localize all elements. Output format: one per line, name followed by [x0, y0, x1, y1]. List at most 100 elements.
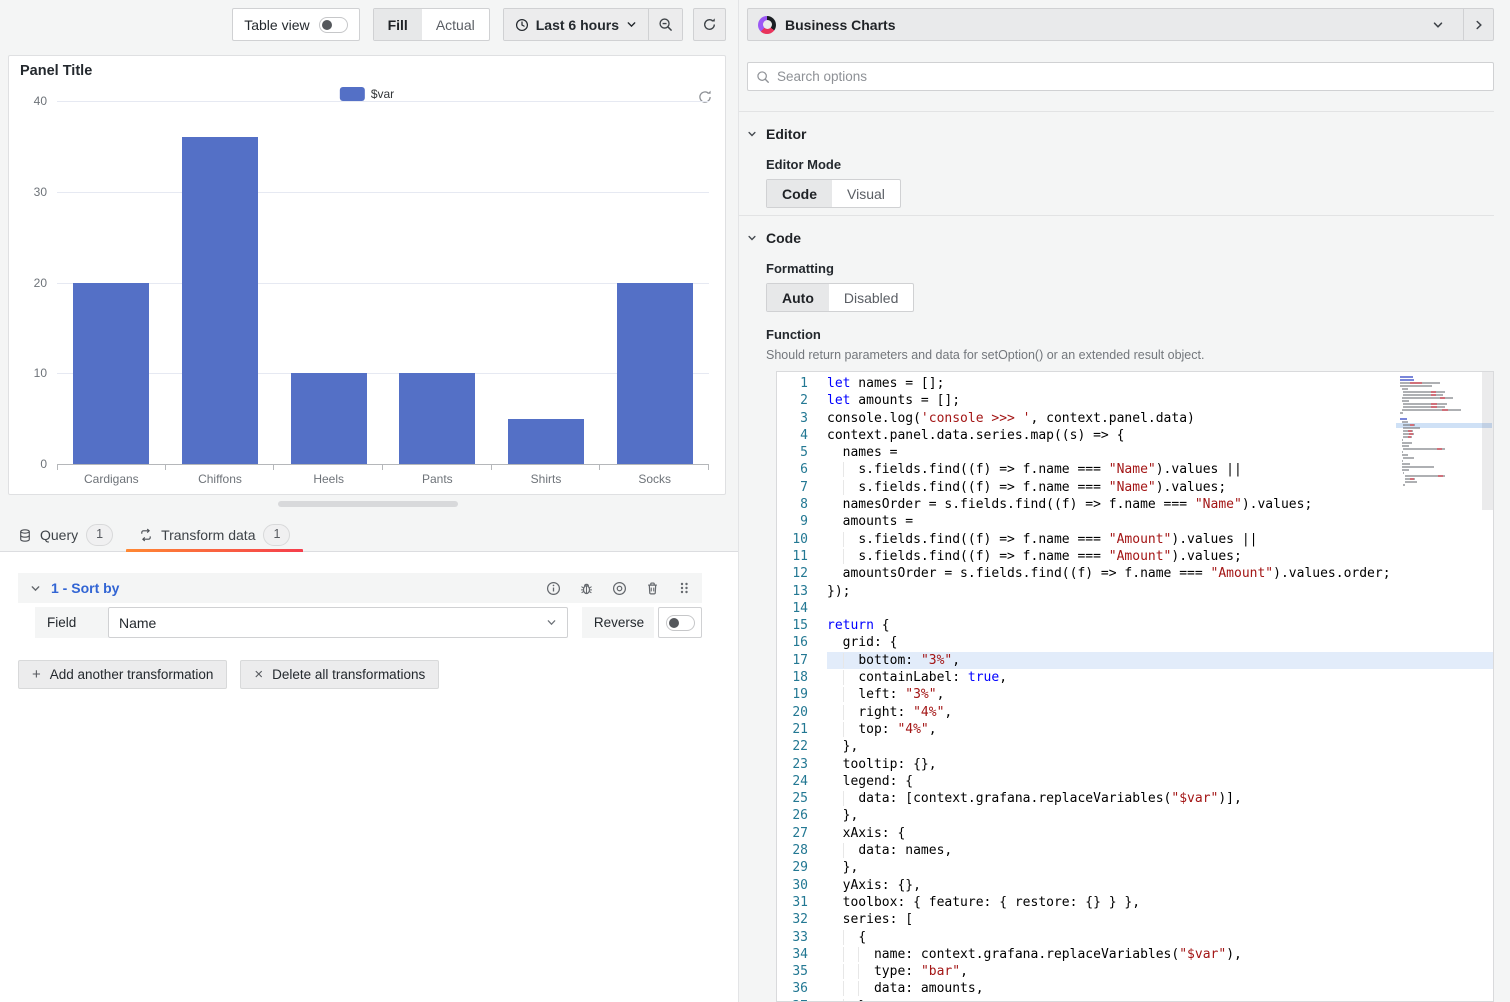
- bar-pants[interactable]: [399, 373, 475, 464]
- formatting-auto-option[interactable]: Auto: [767, 284, 829, 311]
- editor-mode-visual-option[interactable]: Visual: [832, 180, 900, 207]
- code-line-14[interactable]: 14: [777, 600, 1493, 617]
- options-search[interactable]: [747, 62, 1494, 91]
- bar-shirts[interactable]: [508, 419, 584, 464]
- code-line-35[interactable]: 35 type: "bar",: [777, 963, 1493, 980]
- options-search-input[interactable]: [777, 69, 1485, 84]
- add-transformation-button[interactable]: + Add another transformation: [18, 660, 227, 689]
- code-line-15[interactable]: 15return {: [777, 617, 1493, 634]
- code-line-6[interactable]: 6 s.fields.find((f) => f.name === "Name"…: [777, 461, 1493, 478]
- info-icon[interactable]: [546, 581, 561, 596]
- code-line-7[interactable]: 7 s.fields.find((f) => f.name === "Name"…: [777, 479, 1493, 496]
- code-line-13[interactable]: 13});: [777, 583, 1493, 600]
- code-line-2[interactable]: 2let amounts = [];: [777, 392, 1493, 409]
- panel-resize-scrollbar[interactable]: [278, 501, 458, 507]
- code-text: },: [827, 998, 1493, 1002]
- transformation-header[interactable]: 1 - Sort by: [18, 573, 702, 603]
- database-icon: [18, 528, 32, 543]
- bar-heels[interactable]: [291, 373, 367, 464]
- code-line-36[interactable]: 36 data: amounts,: [777, 980, 1493, 997]
- code-section-header[interactable]: Code: [747, 230, 1494, 246]
- code-line-20[interactable]: 20 right: "4%",: [777, 704, 1493, 721]
- editor-mode-code-option[interactable]: Code: [767, 180, 832, 207]
- editor-scrollbar[interactable]: [1482, 372, 1493, 510]
- code-line-17[interactable]: 17 bottom: "3%",: [777, 652, 1493, 669]
- bar-socks[interactable]: [617, 283, 693, 465]
- line-number: 16: [777, 634, 808, 651]
- refresh-icon: [702, 17, 717, 32]
- tab-query[interactable]: Query 1: [18, 519, 113, 551]
- tab-transform-data[interactable]: Transform data 1: [139, 519, 290, 551]
- trash-icon[interactable]: [645, 581, 660, 596]
- chevron-down-icon: [747, 129, 757, 139]
- code-line-27[interactable]: 27 xAxis: {: [777, 825, 1493, 842]
- code-text: right: "4%",: [827, 704, 1493, 721]
- reverse-switch-knob[interactable]: [666, 615, 695, 631]
- code-line-21[interactable]: 21 top: "4%",: [777, 721, 1493, 738]
- chevron-down-icon: [747, 233, 757, 243]
- line-number: 14: [777, 600, 808, 617]
- time-zoom-out-button[interactable]: [649, 9, 682, 40]
- chart-legend[interactable]: $var: [340, 87, 394, 101]
- code-line-3[interactable]: 3console.log('console >>> ', context.pan…: [777, 410, 1493, 427]
- code-line-33[interactable]: 33 {: [777, 929, 1493, 946]
- code-text: xAxis: {: [827, 825, 1493, 842]
- code-line-28[interactable]: 28 data: names,: [777, 842, 1493, 859]
- code-line-4[interactable]: 4context.panel.data.series.map((s) => {: [777, 427, 1493, 444]
- chevron-down-icon[interactable]: [30, 583, 41, 594]
- code-line-23[interactable]: 23 tooltip: {},: [777, 756, 1493, 773]
- x-axis-label: Cardigans: [57, 472, 166, 486]
- code-line-1[interactable]: 1let names = [];: [777, 375, 1493, 392]
- code-line-37[interactable]: 37 },: [777, 998, 1493, 1002]
- field-select[interactable]: Name: [108, 607, 568, 638]
- code-line-30[interactable]: 30 yAxis: {},: [777, 877, 1493, 894]
- table-view-control[interactable]: Table view: [232, 8, 359, 41]
- minimap-line: [1400, 481, 1480, 483]
- fill-button[interactable]: Fill: [374, 9, 422, 40]
- bar-cardigans[interactable]: [73, 283, 149, 465]
- actual-button[interactable]: Actual: [422, 9, 489, 40]
- code-line-12[interactable]: 12 amountsOrder = s.fields.find((f) => f…: [777, 565, 1493, 582]
- code-text: tooltip: {},: [827, 756, 1493, 773]
- code-line-16[interactable]: 16 grid: {: [777, 634, 1493, 651]
- formatting-disabled-option[interactable]: Disabled: [829, 284, 913, 311]
- code-line-31[interactable]: 31 toolbox: { feature: { restore: {} } }…: [777, 894, 1493, 911]
- code-line-18[interactable]: 18 containLabel: true,: [777, 669, 1493, 686]
- minimap-line: [1400, 400, 1480, 402]
- code-line-9[interactable]: 9 amounts =: [777, 513, 1493, 530]
- visualization-picker[interactable]: Business Charts: [747, 8, 1494, 41]
- bug-icon[interactable]: [579, 581, 594, 596]
- bar-chiffons[interactable]: [182, 137, 258, 464]
- drag-handle-icon[interactable]: [678, 581, 690, 595]
- code-line-25[interactable]: 25 data: [context.grafana.replaceVariabl…: [777, 790, 1493, 807]
- code-line-24[interactable]: 24 legend: {: [777, 773, 1493, 790]
- collapse-options-button[interactable]: [1463, 9, 1493, 40]
- zoom-out-icon: [658, 17, 673, 32]
- code-editor[interactable]: 1let names = [];2let amounts = [];3conso…: [776, 371, 1494, 1002]
- code-minimap[interactable]: [1400, 376, 1480, 487]
- code-text: },: [827, 859, 1493, 876]
- code-line-10[interactable]: 10 s.fields.find((f) => f.name === "Amou…: [777, 531, 1493, 548]
- code-line-5[interactable]: 5 names =: [777, 444, 1493, 461]
- function-label: Function: [766, 327, 1494, 342]
- tab-query-label: Query: [40, 527, 78, 543]
- minimap-line: [1400, 445, 1480, 447]
- delete-all-transformations-button[interactable]: × Delete all transformations: [240, 660, 439, 689]
- code-line-22[interactable]: 22 },: [777, 738, 1493, 755]
- code-line-11[interactable]: 11 s.fields.find((f) => f.name === "Amou…: [777, 548, 1493, 565]
- bar-chart-plot[interactable]: 010203040CardigansChiffonsHeelsPantsShir…: [57, 101, 709, 465]
- editor-section-header[interactable]: Editor: [747, 126, 1494, 142]
- refresh-button[interactable]: [693, 8, 726, 41]
- field-label: Field: [35, 607, 108, 638]
- table-view-switch[interactable]: [319, 17, 348, 33]
- code-line-32[interactable]: 32 series: [: [777, 911, 1493, 928]
- eye-icon[interactable]: [612, 581, 627, 596]
- code-line-26[interactable]: 26 },: [777, 807, 1493, 824]
- code-line-34[interactable]: 34 name: context.grafana.replaceVariable…: [777, 946, 1493, 963]
- code-line-19[interactable]: 19 left: "3%",: [777, 686, 1493, 703]
- time-range-picker[interactable]: Last 6 hours: [504, 9, 649, 40]
- code-line-8[interactable]: 8 namesOrder = s.fields.find((f) => f.na…: [777, 496, 1493, 513]
- code-line-29[interactable]: 29 },: [777, 859, 1493, 876]
- line-number: 10: [777, 531, 808, 548]
- reverse-switch[interactable]: [658, 607, 702, 638]
